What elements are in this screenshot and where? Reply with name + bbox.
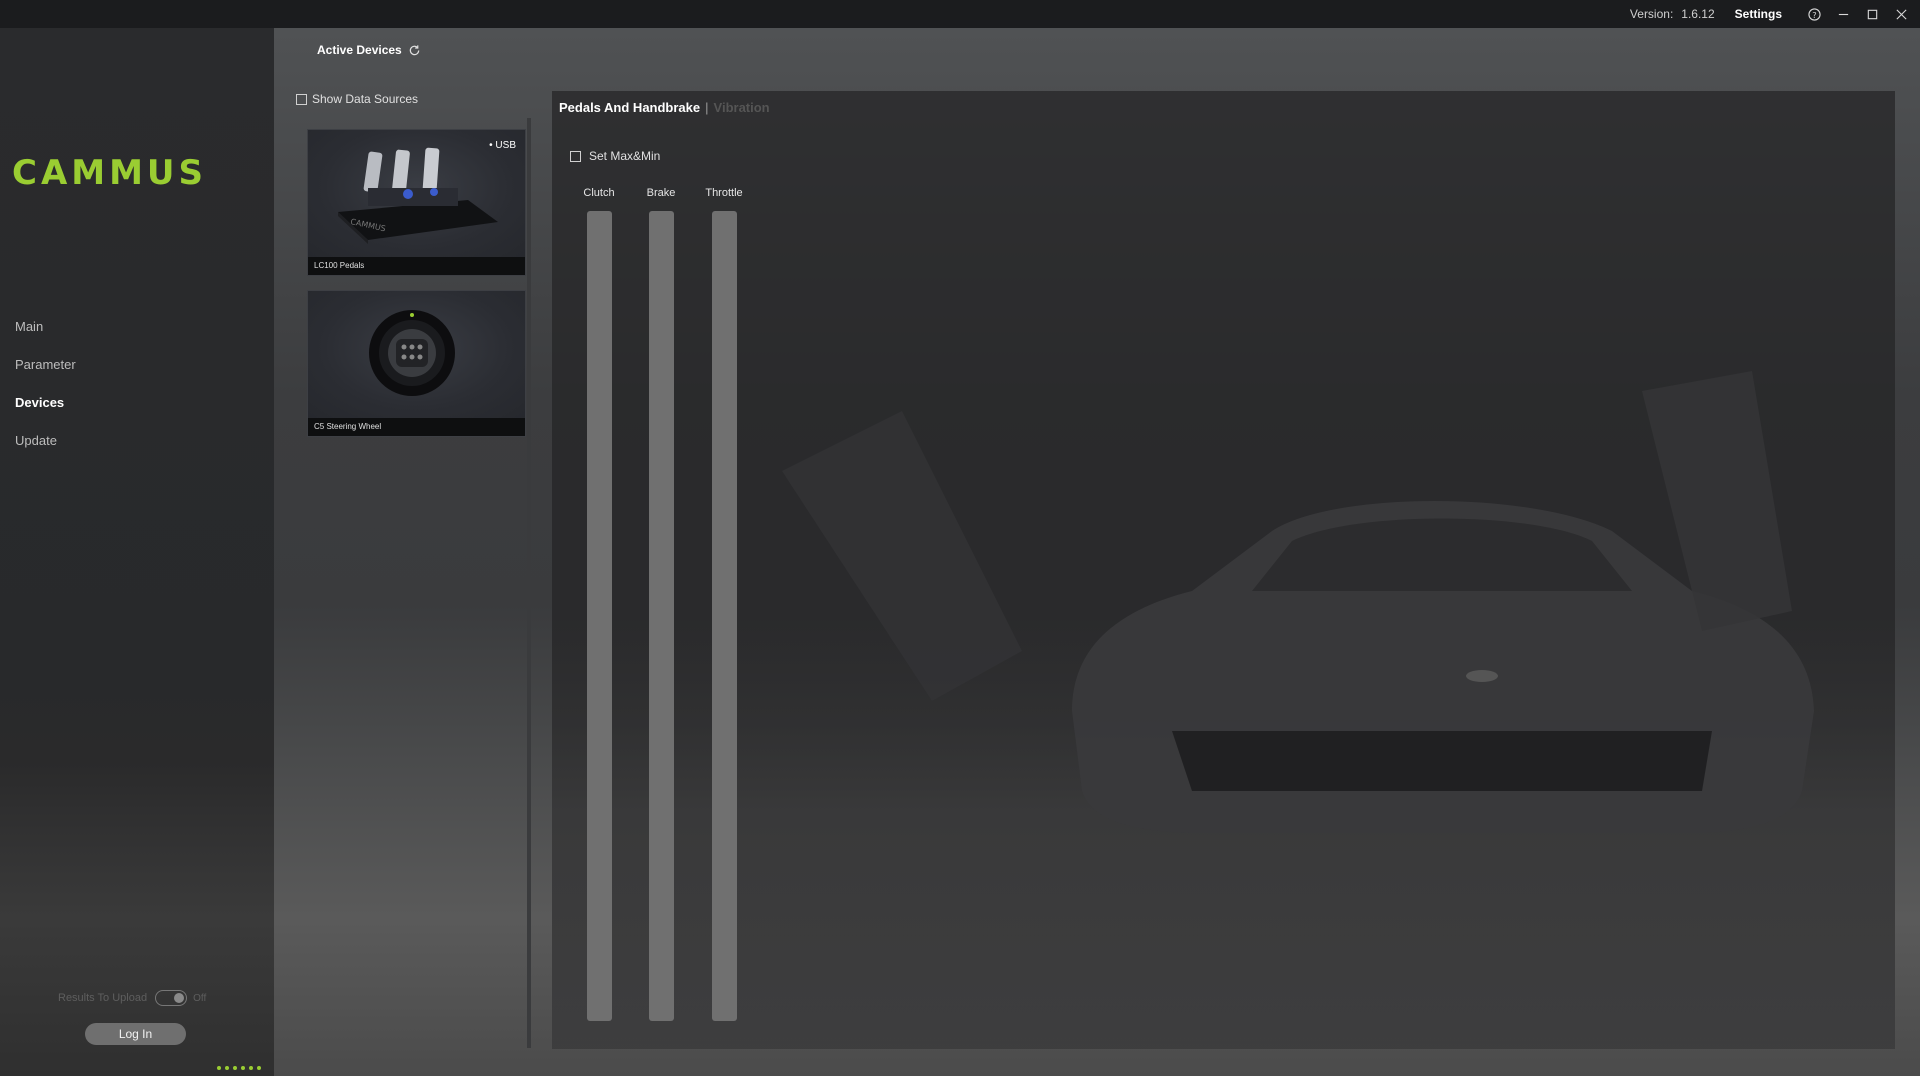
- close-button[interactable]: [1887, 0, 1916, 28]
- title-bar: Version: 1.6.12 Settings ?: [0, 0, 1920, 28]
- svg-text:?: ?: [1812, 9, 1816, 19]
- clutch-label: Clutch: [583, 187, 615, 199]
- sidebar-item-devices[interactable]: Devices: [15, 384, 76, 422]
- steering-wheel-image: [308, 291, 525, 418]
- results-upload-label: Results To Upload: [58, 992, 148, 1004]
- loading-dots-icon: [217, 1066, 261, 1070]
- usb-badge: • USB: [489, 140, 516, 151]
- version-value: 1.6.12: [1681, 7, 1715, 21]
- help-button[interactable]: ?: [1800, 0, 1829, 28]
- sidebar-item-main[interactable]: Main: [15, 308, 76, 346]
- cammus-logo: CAMMUS: [12, 153, 207, 193]
- steering-wheel-icon: [369, 310, 455, 396]
- tab-pedals-and-handbrake[interactable]: Pedals And Handbrake: [559, 100, 700, 115]
- show-data-sources-label: Show Data Sources: [312, 92, 419, 106]
- sidebar: CAMMUS Main Parameter Devices Update Res…: [0, 28, 274, 1076]
- throttle-bar[interactable]: [711, 211, 737, 1021]
- device-card-c5-steering-wheel[interactable]: C5 Steering Wheel: [307, 290, 526, 437]
- maximize-icon: [1867, 9, 1878, 19]
- pedals-panel: Pedals And Handbrake | Vibration Set Max…: [552, 91, 1895, 1049]
- brake-column: Brake: [631, 187, 691, 1021]
- device-card-caption: LC100 Pedals: [308, 257, 525, 275]
- show-data-sources-checkbox[interactable]: [296, 93, 307, 105]
- device-card-lc100-pedals[interactable]: CAMMUS • USB LC100 Pedals: [307, 129, 526, 276]
- clutch-bar[interactable]: [586, 211, 612, 1021]
- tab-vibration[interactable]: Vibration: [714, 100, 770, 115]
- sidebar-item-update[interactable]: Update: [15, 422, 76, 460]
- active-devices-header: Active Devices: [317, 43, 421, 57]
- sidebar-nav: Main Parameter Devices Update: [15, 308, 76, 460]
- refresh-icon[interactable]: [408, 44, 421, 57]
- pedals-image: CAMMUS • USB: [308, 130, 525, 257]
- brake-bar[interactable]: [648, 211, 674, 1021]
- help-icon: ?: [1808, 7, 1821, 21]
- results-upload-state: Off: [193, 992, 207, 1004]
- throttle-label: Throttle: [705, 187, 743, 199]
- svg-text:CAMMUS: CAMMUS: [12, 153, 207, 193]
- set-max-min-label: Set Max&Min: [589, 149, 661, 163]
- results-upload-row: Results To Upload Off: [58, 990, 206, 1006]
- set-max-min-checkbox[interactable]: [570, 150, 581, 162]
- settings-button[interactable]: Settings: [1735, 7, 1782, 21]
- results-upload-toggle[interactable]: [155, 990, 188, 1006]
- version-label: Version:: [1629, 7, 1674, 21]
- toggle-knob: [174, 993, 185, 1003]
- set-max-min[interactable]: Set Max&Min: [570, 149, 660, 163]
- active-devices-title: Active Devices: [317, 43, 402, 57]
- sidebar-item-parameter[interactable]: Parameter: [15, 346, 76, 384]
- maximize-button[interactable]: [1858, 0, 1887, 28]
- log-in-button[interactable]: Log In: [85, 1023, 186, 1045]
- show-data-sources[interactable]: Show Data Sources: [296, 92, 418, 106]
- clutch-column: Clutch: [569, 187, 629, 1021]
- panel-tabs: Pedals And Handbrake | Vibration: [559, 100, 770, 115]
- device-list-scrollbar[interactable]: [527, 118, 531, 1048]
- minimize-button[interactable]: [1829, 0, 1858, 28]
- minimize-icon: [1838, 13, 1849, 15]
- main-area: Active Devices Show Data Sources CAMMUS …: [274, 28, 1920, 1076]
- device-card-caption: C5 Steering Wheel: [308, 418, 525, 436]
- tab-separator: |: [705, 100, 709, 115]
- brake-label: Brake: [646, 187, 676, 199]
- close-icon: [1896, 8, 1907, 20]
- throttle-column: Throttle: [694, 187, 754, 1021]
